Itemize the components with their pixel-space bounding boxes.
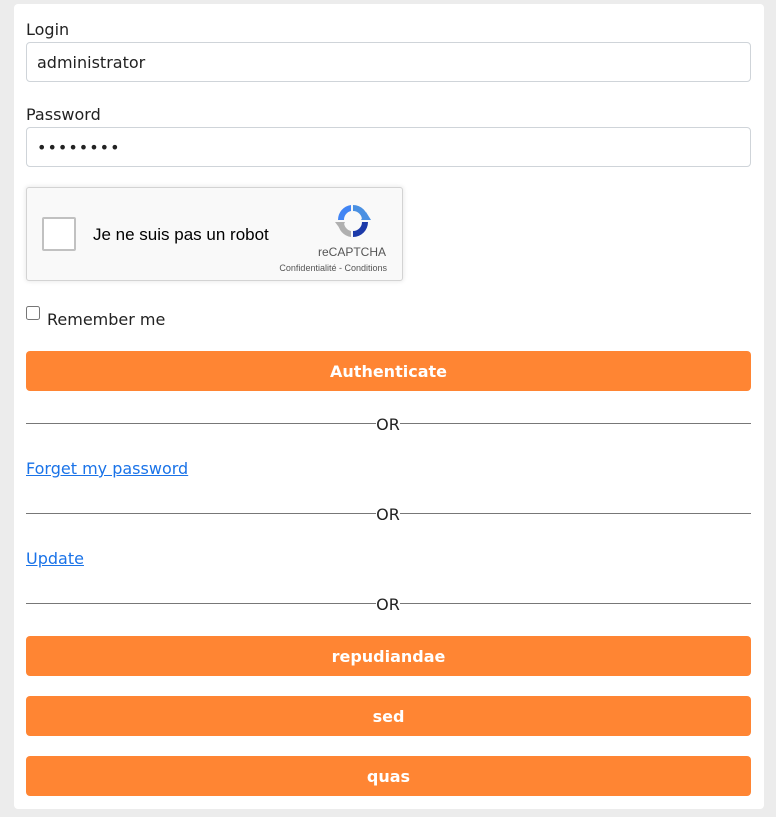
- or-divider: OR: [26, 504, 751, 524]
- password-label: Password: [26, 105, 101, 124]
- recaptcha-logo-icon: [335, 205, 371, 237]
- recaptcha-terms-link[interactable]: Conditions: [344, 263, 387, 273]
- or-divider: OR: [26, 414, 751, 434]
- provider-button-quas[interactable]: quas: [26, 756, 751, 796]
- authenticate-button[interactable]: Authenticate: [26, 351, 751, 391]
- recaptcha-privacy-link[interactable]: Confidentialité: [279, 263, 336, 273]
- recaptcha-checkbox[interactable]: [42, 217, 76, 251]
- recaptcha-label: Je ne suis pas un robot: [93, 225, 269, 244]
- or-divider-text: OR: [376, 595, 400, 614]
- recaptcha-links: Confidentialité - Conditions: [279, 263, 387, 273]
- or-divider-text: OR: [376, 505, 400, 524]
- login-label: Login: [26, 20, 70, 39]
- remember-me-checkbox[interactable]: [26, 306, 40, 320]
- provider-button-sed[interactable]: sed: [26, 696, 751, 736]
- login-card: Login Password Je ne suis pas un robot r…: [14, 4, 764, 809]
- recaptcha-widget: Je ne suis pas un robot reCAPTCHA Confid…: [26, 187, 403, 281]
- provider-button-repudiandae[interactable]: repudiandae: [26, 636, 751, 676]
- remember-me-label: Remember me: [47, 310, 166, 329]
- or-divider-text: OR: [376, 415, 400, 434]
- or-divider: OR: [26, 594, 751, 614]
- login-input[interactable]: [26, 42, 751, 82]
- update-link[interactable]: Update: [26, 549, 84, 568]
- forget-password-link[interactable]: Forget my password: [26, 459, 188, 478]
- recaptcha-brand: reCAPTCHA: [317, 245, 386, 259]
- password-input[interactable]: [26, 127, 751, 167]
